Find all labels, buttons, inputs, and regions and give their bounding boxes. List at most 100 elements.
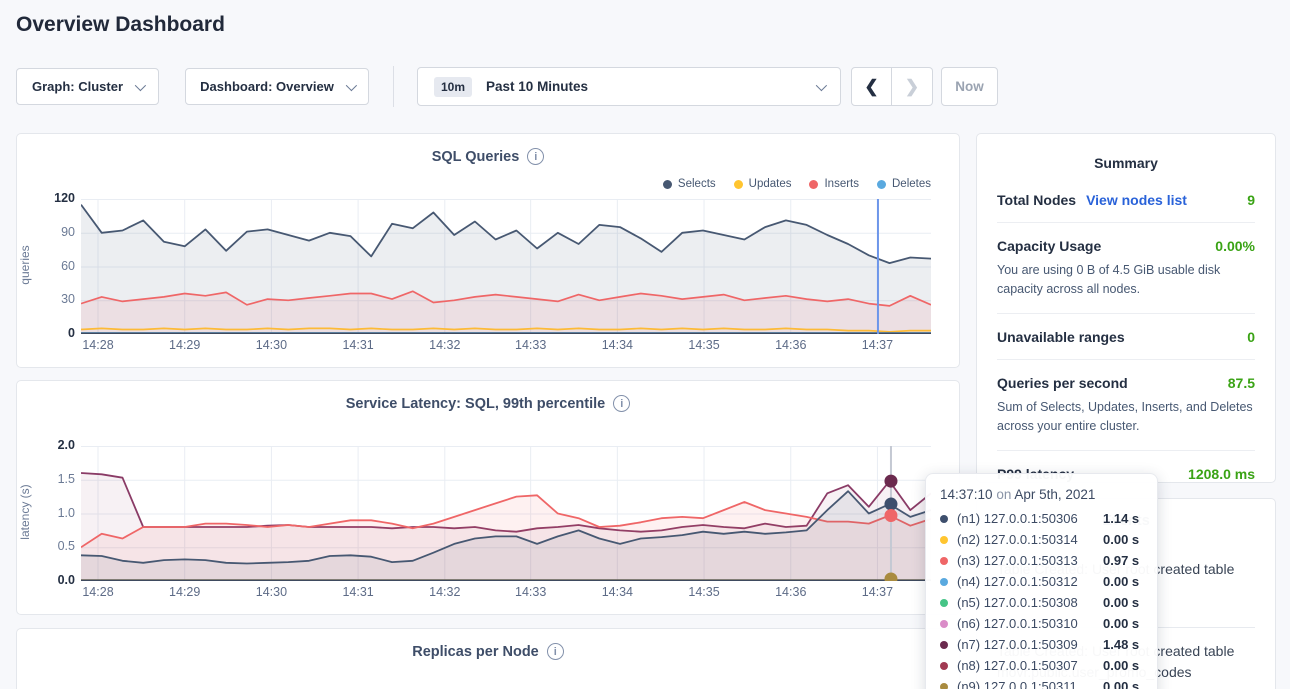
- tooltip-node-row: (n2) 127.0.0.1:503140.00 s: [940, 529, 1143, 550]
- node-latency-value: 0.97 s: [1103, 553, 1139, 568]
- info-icon[interactable]: i: [547, 643, 564, 660]
- qps-value: 87.5: [1228, 375, 1255, 391]
- unavailable-ranges-label: Unavailable ranges: [997, 329, 1125, 345]
- info-icon[interactable]: i: [527, 148, 544, 165]
- y-tick-label: 1.0: [58, 506, 75, 520]
- legend-label: Updates: [749, 178, 792, 190]
- x-tick-label: 14:30: [256, 585, 287, 599]
- graph-dropdown-label: Graph: Cluster: [32, 79, 123, 94]
- legend-item-selects[interactable]: Selects: [663, 178, 716, 190]
- legend-dot: [663, 180, 672, 189]
- latency-plot[interactable]: [81, 446, 931, 581]
- time-prev-button[interactable]: ❮: [851, 67, 892, 106]
- tooltip-node-row: (n1) 127.0.0.1:503061.14 s: [940, 508, 1143, 529]
- x-tick-label: 14:32: [429, 338, 460, 352]
- node-address: (n5) 127.0.0.1:50308: [957, 595, 1103, 610]
- node-latency-value: 1.14 s: [1103, 511, 1139, 526]
- legend-item-deletes[interactable]: Deletes: [877, 178, 931, 190]
- node-latency-value: 0.00 s: [1103, 658, 1139, 673]
- tooltip-node-row: (n4) 127.0.0.1:503120.00 s: [940, 571, 1143, 592]
- tooltip-node-row: (n9) 127.0.0.1:503110.00 s: [940, 676, 1143, 689]
- dashboard-dropdown[interactable]: Dashboard: Overview: [185, 68, 369, 105]
- page-title: Overview Dashboard: [16, 13, 225, 37]
- x-axis-ticks: 14:28 14:29 14:30 14:31 14:32 14:33 14:34 14:35…: [81, 585, 931, 601]
- x-tick-label: 14:32: [429, 585, 460, 599]
- x-tick-label: 14:28: [82, 338, 113, 352]
- node-address: (n2) 127.0.0.1:50314: [957, 532, 1103, 547]
- y-axis-unit-label: latency (s): [18, 462, 32, 562]
- dashboard-dropdown-label: Dashboard: Overview: [200, 79, 334, 94]
- node-latency-value: 0.00 s: [1103, 532, 1139, 547]
- x-axis-ticks: 14:2814:2914:3014:3114:3214:3314:3414:35…: [81, 338, 931, 354]
- node-latency-value: 0.00 s: [1103, 595, 1139, 610]
- x-tick-label: 14:35: [688, 585, 719, 599]
- y-tick-label: 30: [61, 292, 75, 306]
- latency-chart-card: Service Latency: SQL, 99th percentile i …: [16, 380, 960, 615]
- tooltip-node-row: (n5) 127.0.0.1:503080.00 s: [940, 592, 1143, 613]
- legend-item-updates[interactable]: Updates: [734, 178, 792, 190]
- x-tick-label: 14:37: [862, 338, 893, 352]
- node-address: (n7) 127.0.0.1:50309: [957, 637, 1103, 652]
- node-latency-value: 0.00 s: [1103, 679, 1139, 689]
- x-tick-label: 14:33: [515, 338, 546, 352]
- sql-queries-chart-card: SQL Queries i SelectsUpdatesInsertsDelet…: [16, 133, 960, 368]
- tooltip-rows: (n1) 127.0.0.1:503061.14 s(n2) 127.0.0.1…: [940, 508, 1143, 689]
- node-color-dot: [940, 578, 948, 586]
- x-tick-label: 14:29: [169, 585, 200, 599]
- capacity-usage-description: You are using 0 B of 4.5 GiB usable disk…: [997, 261, 1255, 299]
- legend-label: Inserts: [824, 178, 859, 190]
- summary-row-qps: Queries per second 87.5 Sum of Selects, …: [997, 360, 1255, 451]
- summary-row-capacity: Capacity Usage 0.00% You are using 0 B o…: [997, 223, 1255, 314]
- tooltip-node-row: (n3) 127.0.0.1:503130.97 s: [940, 550, 1143, 571]
- x-tick-label: 14:31: [342, 585, 373, 599]
- x-tick-label: 14:29: [169, 338, 200, 352]
- time-range-selector[interactable]: 10m Past 10 Minutes: [417, 67, 841, 106]
- time-next-button[interactable]: ❯: [892, 67, 933, 106]
- x-tick-label: 14:34: [602, 585, 633, 599]
- chevron-down-icon: [135, 79, 146, 90]
- node-color-dot: [940, 620, 948, 628]
- y-axis-ticks: 0306090120: [43, 199, 75, 334]
- x-tick-label: 14:35: [688, 338, 719, 352]
- y-axis-ticks: 0.00.51.01.52.0: [43, 446, 75, 581]
- time-range-badge: 10m: [434, 77, 472, 97]
- graph-dropdown[interactable]: Graph: Cluster: [16, 68, 159, 105]
- sql-queries-plot[interactable]: [81, 199, 931, 334]
- node-color-dot: [940, 662, 948, 670]
- time-step-buttons: ❮ ❯: [851, 67, 933, 106]
- tooltip-node-row: (n8) 127.0.0.1:503070.00 s: [940, 655, 1143, 676]
- y-tick-label: 0: [68, 326, 75, 340]
- y-tick-label: 0.5: [58, 539, 75, 553]
- chevron-down-icon: [816, 79, 827, 90]
- total-nodes-value: 9: [1247, 192, 1255, 208]
- node-latency-value: 0.00 s: [1103, 574, 1139, 589]
- node-latency-value: 0.00 s: [1103, 616, 1139, 631]
- node-address: (n9) 127.0.0.1:50311: [957, 679, 1103, 689]
- p99-latency-value: 1208.0 ms: [1188, 466, 1255, 482]
- total-nodes-label: Total Nodes: [997, 192, 1076, 208]
- capacity-usage-label: Capacity Usage: [997, 238, 1101, 254]
- unavailable-ranges-value: 0: [1247, 329, 1255, 345]
- y-tick-label: 60: [61, 259, 75, 273]
- tooltip-timestamp: 14:37:10 on Apr 5th, 2021: [940, 487, 1143, 502]
- legend-dot: [877, 180, 886, 189]
- node-latency-value: 1.48 s: [1103, 637, 1139, 652]
- node-color-dot: [940, 641, 948, 649]
- replicas-chart-card: Replicas per Node i: [16, 628, 960, 689]
- y-tick-label: 120: [54, 191, 75, 205]
- tooltip-node-row: (n6) 127.0.0.1:503100.00 s: [940, 613, 1143, 634]
- info-icon[interactable]: i: [613, 395, 630, 412]
- legend-item-inserts[interactable]: Inserts: [809, 178, 859, 190]
- controls-divider: [393, 66, 394, 107]
- view-nodes-list-link[interactable]: View nodes list: [1086, 192, 1187, 208]
- now-button[interactable]: Now: [941, 67, 998, 106]
- legend-dot: [734, 180, 743, 189]
- x-tick-label: 14:31: [342, 338, 373, 352]
- node-color-dot: [940, 683, 948, 689]
- x-tick-label: 14:28: [82, 585, 113, 599]
- node-address: (n6) 127.0.0.1:50310: [957, 616, 1103, 631]
- summary-title: Summary: [977, 134, 1275, 177]
- x-tick-label: 14:33: [515, 585, 546, 599]
- y-tick-label: 2.0: [58, 438, 75, 452]
- node-address: (n8) 127.0.0.1:50307: [957, 658, 1103, 673]
